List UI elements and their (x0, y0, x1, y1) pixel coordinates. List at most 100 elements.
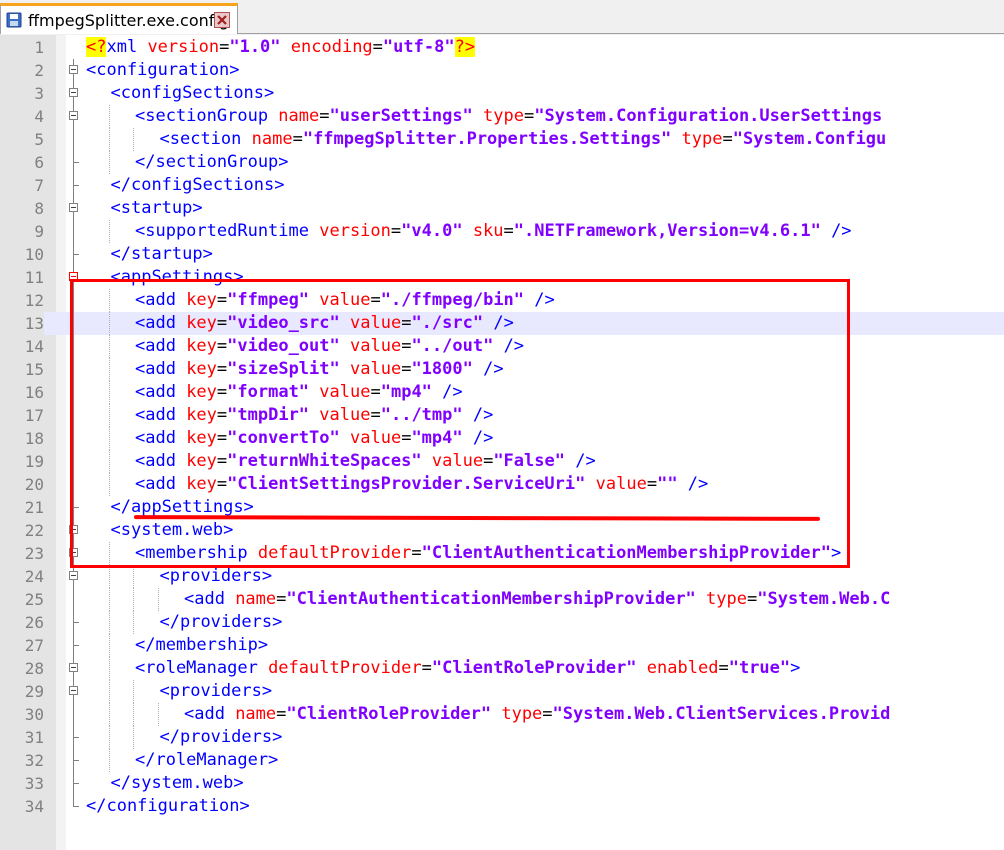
fold-line (73, 358, 74, 381)
code-line[interactable]: 20 <add key="ClientSettingsProvider.Servi… (0, 473, 1004, 496)
code-line[interactable]: 14 <add key="video_out" value="../out" /> (0, 335, 1004, 358)
token-eq: = (292, 129, 303, 149)
token-val: "./ffmpeg/bin" (380, 290, 525, 310)
token-attr: key (186, 359, 217, 379)
code-text: <configSections> (111, 82, 275, 105)
token-eq: = (542, 704, 553, 724)
code-line[interactable]: 17 <add key="tmpDir" value="../tmp" /> (0, 404, 1004, 427)
code-text: <?xml version="1.0" encoding="utf-8"?> (86, 36, 476, 59)
code-text: </providers> (160, 726, 283, 749)
token-attr: type (501, 704, 543, 724)
indent-guide (108, 105, 111, 128)
token-eq: = (421, 658, 432, 678)
code-line[interactable]: 1 <?xml version="1.0" encoding="utf-8"?> (0, 36, 1004, 59)
line-number: 34 (24, 797, 44, 816)
code-line[interactable]: 27 </membership> (0, 634, 1004, 657)
code-line[interactable]: 11 <appSettings> (0, 266, 1004, 289)
code-line[interactable]: 29 <providers> (0, 680, 1004, 703)
fold-toggle-icon[interactable] (69, 65, 78, 74)
token-val: "System.Web.ClientServices.Provid (552, 704, 891, 724)
code-editor[interactable]: 1 <?xml version="1.0" encoding="utf-8"?> 2… (0, 35, 1004, 850)
code-line[interactable]: 34 </configuration> (0, 795, 1004, 818)
token-val: "System.Configuration.UserSettings (534, 106, 883, 126)
token-val: "ClientAuthenticationMembershipProvider" (286, 589, 696, 609)
token-eq: = (401, 428, 412, 448)
code-line[interactable]: 25 <add name="ClientAuthenticationMembers… (0, 588, 1004, 611)
fold-toggle-icon[interactable] (69, 663, 78, 672)
fold-toggle-icon[interactable] (69, 548, 78, 557)
token-val: "./src" (411, 313, 484, 333)
token-attr: sku (472, 221, 504, 241)
code-line[interactable]: 2 <configuration> (0, 59, 1004, 82)
code-line[interactable]: 7 </configSections> (0, 174, 1004, 197)
token-tag: <configuration> (86, 60, 240, 80)
code-line[interactable]: 33 </system.web> (0, 772, 1004, 795)
code-line[interactable]: 8 <startup> (0, 197, 1004, 220)
token-eq: = (216, 405, 228, 425)
code-line[interactable]: 6 </sectionGroup> (0, 151, 1004, 174)
fold-toggle-icon[interactable] (69, 571, 78, 580)
token-val: "video_out" (227, 336, 340, 356)
token-eq: = (718, 658, 729, 678)
tab-ffmpegsplitter-config[interactable]: ffmpegSplitter.exe.config (0, 3, 238, 34)
code-line[interactable]: 15 <add key="sizeSplit" value="1800" /> (0, 358, 1004, 381)
token-eq: = (401, 359, 412, 379)
indent-guide (108, 128, 111, 151)
token-val: "ClientAuthenticationMembershipProvider" (421, 543, 832, 563)
token-tag: <roleManager (135, 658, 269, 678)
fold-toggle-icon[interactable] (69, 111, 78, 120)
code-line[interactable]: 18 <add key="convertTo" value="mp4" /> (0, 427, 1004, 450)
code-line[interactable]: 21 </appSettings> (0, 496, 1004, 519)
token-eq: = (524, 106, 535, 126)
fold-end-marker (73, 243, 79, 255)
token-eq: = (401, 313, 412, 333)
fold-line (73, 703, 74, 726)
code-line[interactable]: 26 </providers> (0, 611, 1004, 634)
code-line[interactable]: 31 </providers> (0, 726, 1004, 749)
token-tag: <sectionGroup (135, 106, 279, 126)
line-number: 6 (34, 153, 44, 172)
fold-toggle-icon[interactable] (69, 686, 78, 695)
code-line[interactable]: 19 <add key="returnWhiteSpaces" value="Fa… (0, 450, 1004, 473)
fold-toggle-icon[interactable] (69, 272, 78, 281)
fold-line (73, 427, 74, 450)
indent-guide (108, 151, 111, 174)
code-text: </sectionGroup> (135, 151, 289, 174)
code-line[interactable]: 12 <add key="ffmpeg" value="./ffmpeg/bin"… (0, 289, 1004, 312)
code-line[interactable]: 9 <supportedRuntime version="v4.0" sku=".… (0, 220, 1004, 243)
line-number: 27 (24, 636, 44, 655)
code-text: </roleManager> (135, 749, 278, 772)
token-eq: = (483, 451, 494, 471)
code-text: </configSections> (111, 174, 285, 197)
code-line[interactable]: 4 <sectionGroup name="userSettings" type=… (0, 105, 1004, 128)
code-line[interactable]: 23 <membership defaultProvider="ClientAut… (0, 542, 1004, 565)
close-icon[interactable] (214, 12, 230, 28)
fold-toggle-icon[interactable] (69, 203, 78, 212)
token-tag: > (790, 658, 801, 678)
code-text: <configuration> (86, 59, 240, 82)
indent-guide (108, 565, 111, 588)
code-line[interactable]: 10 </startup> (0, 243, 1004, 266)
code-line[interactable]: 30 <add name="ClientRoleProvider" type="S… (0, 703, 1004, 726)
fold-line (73, 74, 74, 82)
token-tag: /> (820, 221, 852, 241)
token-val: "../out" (411, 336, 494, 356)
code-line[interactable]: 22 <system.web> (0, 519, 1004, 542)
token-eq: = (646, 474, 658, 494)
code-line[interactable]: 13 <add key="video_src" value="./src" /> (0, 312, 1004, 335)
code-line[interactable]: 32 </roleManager> (0, 749, 1004, 772)
token-tag: <providers> (159, 681, 273, 701)
code-line[interactable]: 3 <configSections> (0, 82, 1004, 105)
code-line[interactable]: 24 <providers> (0, 565, 1004, 588)
code-line[interactable]: 28 <roleManager defaultProvider="ClientRo… (0, 657, 1004, 680)
fold-toggle-icon[interactable] (69, 88, 78, 97)
token-tag: <providers> (159, 566, 273, 586)
token-eq: = (319, 106, 330, 126)
code-line[interactable]: 16 <add key="format" value="mp4" /> (0, 381, 1004, 404)
token-attr: name (251, 129, 293, 149)
fold-line (73, 473, 74, 496)
code-line[interactable]: 5 <section name="ffmpegSplitter.Propertie… (0, 128, 1004, 151)
fold-line (73, 255, 74, 266)
fold-toggle-icon[interactable] (69, 525, 78, 534)
token-val: "true" (728, 658, 791, 678)
